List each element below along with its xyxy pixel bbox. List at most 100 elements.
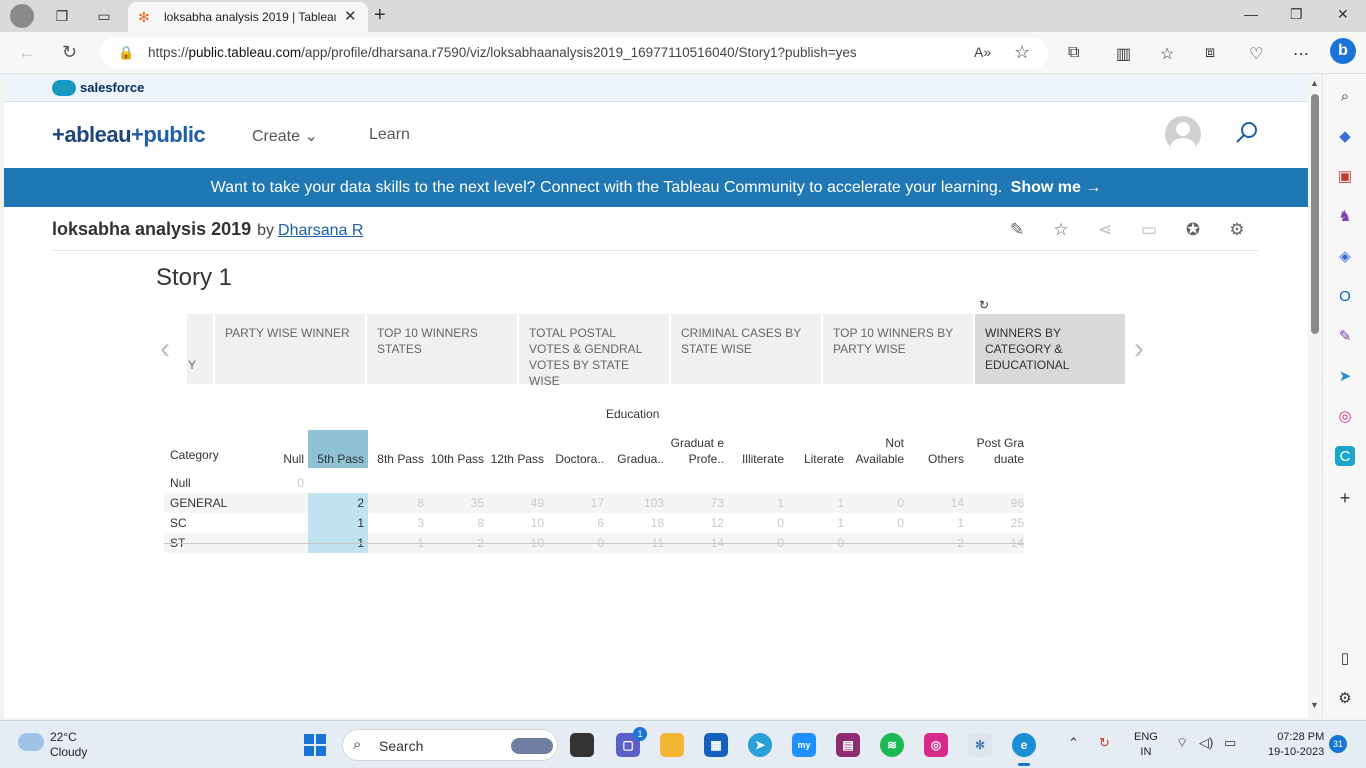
- sidebar-search-icon[interactable]: ⌕: [1335, 86, 1355, 106]
- nav-learn[interactable]: Learn: [369, 126, 410, 144]
- column-header[interactable]: Null: [268, 430, 308, 468]
- column-header[interactable]: Not Available: [848, 430, 908, 468]
- table-cell[interactable]: 1: [368, 536, 428, 556]
- column-header[interactable]: 8th Pass: [368, 430, 428, 468]
- table-row[interactable]: SC 1 3 8 10 6 18 12 0 1 0 1 25: [164, 513, 1024, 533]
- instagram-icon[interactable]: ◎: [924, 733, 948, 757]
- edge-browser-icon[interactable]: e: [1012, 733, 1036, 766]
- cloud-weather-icon[interactable]: [18, 733, 44, 751]
- profile-avatar-icon[interactable]: [10, 4, 34, 28]
- story-point-4[interactable]: CRIMINAL CASES BY STATE WISE: [671, 314, 821, 384]
- story-point-5[interactable]: TOP 10 WINNERS BY PARTY WISE: [823, 314, 973, 384]
- sidebar-add-icon[interactable]: +: [1335, 488, 1355, 508]
- close-tab-icon[interactable]: ✕: [344, 7, 357, 25]
- share-icon[interactable]: ⋖: [1094, 219, 1116, 241]
- sidebar-send-icon[interactable]: ➤: [1335, 366, 1355, 386]
- column-header[interactable]: 10th Pass: [428, 430, 488, 468]
- column-header[interactable]: Doctora..: [548, 430, 608, 468]
- salesforce-label[interactable]: salesforce: [80, 80, 144, 95]
- sidebar-shopping-icon[interactable]: ◆: [1335, 126, 1355, 146]
- column-header[interactable]: Post Gra duate: [968, 430, 1028, 468]
- start-menu-icon[interactable]: [304, 734, 326, 756]
- snipping-tool-icon[interactable]: ✻: [968, 733, 992, 757]
- workspaces-icon[interactable]: ❐: [52, 6, 72, 26]
- refresh-icon[interactable]: ↻: [62, 42, 77, 63]
- page-scrollbar[interactable]: ▲ ▼: [1308, 74, 1322, 718]
- story-point-1[interactable]: PARTY WISE WINNER: [215, 314, 365, 384]
- favorite-star-icon[interactable]: ☆: [1014, 42, 1030, 63]
- close-window-icon[interactable]: ✕: [1337, 6, 1349, 23]
- vertical-tabs-icon[interactable]: ▭: [94, 6, 114, 26]
- url-text[interactable]: https://public.tableau.com/app/profile/d…: [148, 45, 857, 60]
- notification-count[interactable]: 31: [1329, 735, 1347, 753]
- column-header[interactable]: Others: [908, 430, 968, 468]
- store-icon[interactable]: ▦: [704, 733, 728, 757]
- split-screen-icon[interactable]: ▥: [1116, 44, 1131, 64]
- table-cell[interactable]: 0: [788, 536, 848, 556]
- selected-cell[interactable]: 1: [308, 513, 368, 533]
- sidebar-instagram-icon[interactable]: ◎: [1335, 406, 1355, 426]
- extensions-icon[interactable]: ⧉: [1068, 44, 1079, 62]
- story-prev-arrow-icon[interactable]: ‹: [160, 332, 170, 366]
- badge-icon[interactable]: ✪: [1182, 219, 1204, 241]
- taskbar-search[interactable]: ⌕ Search: [342, 729, 558, 761]
- minimize-icon[interactable]: —: [1244, 6, 1258, 22]
- story-point-3[interactable]: TOTAL POSTAL VOTES & GENDRAL VOTES BY ST…: [519, 314, 669, 388]
- restore-icon[interactable]: ❐: [1290, 6, 1303, 23]
- security-icon[interactable]: ↻: [1099, 735, 1110, 751]
- table-cell[interactable]: 11: [608, 536, 668, 556]
- banner-show-me-link[interactable]: Show me →: [1011, 179, 1102, 196]
- column-header[interactable]: Illiterate: [728, 430, 788, 468]
- volume-icon[interactable]: ◁): [1199, 735, 1213, 751]
- task-view-icon[interactable]: [570, 733, 594, 757]
- performance-icon[interactable]: ♡: [1249, 44, 1263, 64]
- new-tab-icon[interactable]: +: [374, 4, 386, 27]
- read-aloud-icon[interactable]: A»: [974, 44, 991, 60]
- clock[interactable]: 07:28 PM 19-10-2023: [1268, 730, 1324, 760]
- tableau-public-logo[interactable]: +ableau+public: [52, 122, 206, 148]
- table-cell[interactable]: [848, 536, 908, 556]
- user-avatar[interactable]: [1165, 116, 1201, 152]
- battery-icon[interactable]: ▭: [1224, 735, 1236, 751]
- sidebar-copilot-icon[interactable]: ◈: [1335, 246, 1355, 266]
- collections-icon[interactable]: ⧈: [1205, 44, 1215, 62]
- lock-icon[interactable]: 🔒: [118, 45, 134, 61]
- sidebar-hide-icon[interactable]: ▯: [1335, 648, 1355, 668]
- column-header[interactable]: Literate: [788, 430, 848, 468]
- table-row[interactable]: GENERAL 2 8 35 49 17 103 73 1 1 0 14 96: [164, 493, 1024, 513]
- wifi-icon[interactable]: ⌔: [1176, 735, 1188, 751]
- language-indicator[interactable]: ENG IN: [1134, 730, 1158, 760]
- story-point-6-active[interactable]: WINNERS BY CATEGORY & EDUCATIONAL: [975, 314, 1125, 384]
- sidebar-designer-icon[interactable]: ✎: [1335, 326, 1355, 346]
- spotify-icon[interactable]: ≋: [880, 733, 904, 757]
- table-row[interactable]: Null 0: [164, 473, 1024, 493]
- story-next-arrow-icon[interactable]: ›: [1134, 332, 1144, 366]
- winrar-icon[interactable]: ▤: [836, 733, 860, 757]
- file-explorer-icon[interactable]: [660, 733, 684, 757]
- selected-cell[interactable]: 2: [308, 493, 368, 513]
- sidebar-games-icon[interactable]: ♞: [1335, 206, 1355, 226]
- table-cell[interactable]: 14: [668, 536, 728, 556]
- table-cell[interactable]: 14: [968, 536, 1028, 556]
- search-icon[interactable]: [1234, 120, 1260, 146]
- scroll-down-icon[interactable]: ▼: [1310, 700, 1319, 710]
- copilot-icon[interactable]: b: [1330, 38, 1356, 64]
- weather-widget[interactable]: 22°C Cloudy: [50, 730, 87, 760]
- table-cell[interactable]: 0: [728, 536, 788, 556]
- sidebar-tools-icon[interactable]: ▣: [1335, 166, 1355, 186]
- table-cell[interactable]: 10: [488, 536, 548, 556]
- story-point-2[interactable]: TOP 10 WINNERS STATES: [367, 314, 517, 384]
- hp-app-icon[interactable]: my: [792, 733, 816, 757]
- scroll-up-icon[interactable]: ▲: [1310, 78, 1319, 88]
- nav-create[interactable]: Create ⌄: [252, 126, 318, 146]
- browser-tab-active[interactable]: ✻ loksabha analysis 2019 | Tableau ✕: [128, 2, 368, 32]
- tray-overflow-icon[interactable]: ⌃: [1068, 735, 1079, 751]
- more-menu-icon[interactable]: ⋯: [1293, 44, 1309, 64]
- education-crosstab[interactable]: Education Category Null 5th Pass 8th Pass 1…: [164, 404, 1028, 553]
- address-bar[interactable]: 🔒 https://public.tableau.com/app/profile…: [100, 37, 1048, 69]
- table-cell[interactable]: [268, 536, 308, 556]
- scrollbar-thumb[interactable]: [1311, 94, 1319, 334]
- author-link[interactable]: Dharsana R: [278, 222, 363, 239]
- table-cell[interactable]: 2: [428, 536, 488, 556]
- column-header[interactable]: 12th Pass: [488, 430, 548, 468]
